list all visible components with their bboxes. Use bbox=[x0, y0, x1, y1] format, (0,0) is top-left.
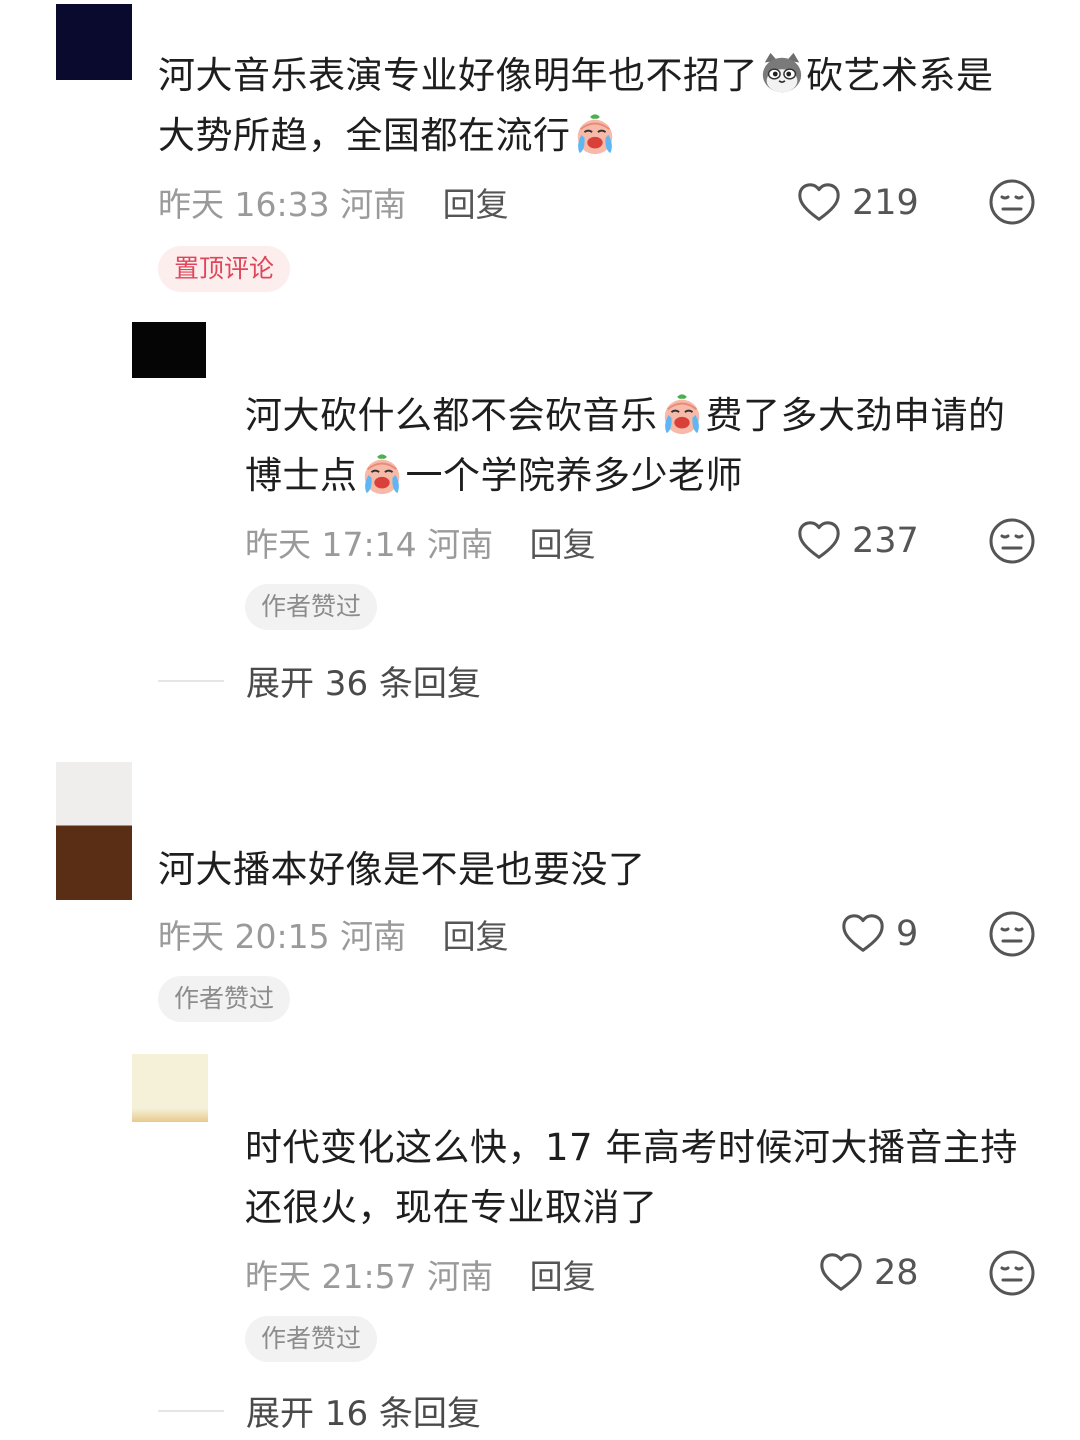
like-count: 237 bbox=[852, 521, 919, 561]
heart-icon bbox=[840, 911, 886, 957]
like-button[interactable]: 9 bbox=[840, 911, 918, 957]
comment-text-part: 河大播本好像是不是也要没了 bbox=[158, 848, 646, 891]
divider-line bbox=[158, 679, 224, 682]
reply-button[interactable]: 回复 bbox=[443, 185, 509, 224]
author-liked-tag: 作者赞过 bbox=[158, 976, 291, 1022]
comment-text-part: 一个学院养多少老师 bbox=[405, 454, 743, 497]
expand-replies-button[interactable]: 展开 36 条回复 bbox=[158, 656, 481, 705]
like-count: 28 bbox=[874, 1253, 919, 1293]
dislike-icon[interactable] bbox=[988, 178, 1036, 226]
comment-meta: 昨天 21:57 河南 回复 bbox=[245, 1250, 596, 1298]
comment-time: 昨天 20:15 bbox=[158, 917, 330, 956]
comment-meta: 昨天 20:15 河南 回复 bbox=[158, 910, 509, 958]
comment-location: 河南 bbox=[427, 525, 494, 564]
like-button[interactable]: 28 bbox=[818, 1250, 919, 1296]
heart-icon bbox=[818, 1250, 864, 1296]
dislike-icon[interactable] bbox=[988, 1249, 1036, 1297]
comment-text-part: 费了多大劲申请的 bbox=[705, 394, 1006, 437]
dislike-icon[interactable] bbox=[988, 910, 1036, 958]
crying-emoji bbox=[572, 111, 618, 157]
pinned-tag: 置顶评论 bbox=[158, 246, 291, 292]
author-liked-tag: 作者赞过 bbox=[245, 584, 378, 630]
cat-emoji bbox=[759, 51, 805, 97]
comment-text: 河大砍什么都不会砍音乐 费了多大劲申请的 博士点 一个学院养多少老师 bbox=[245, 386, 1006, 506]
comment-text-part: 博士点 bbox=[245, 454, 358, 497]
comment-location: 河南 bbox=[340, 917, 407, 956]
avatar[interactable] bbox=[56, 4, 132, 80]
like-button[interactable]: 237 bbox=[796, 518, 919, 564]
comment-text-part: 河大音乐表演专业好像明年也不招了 bbox=[158, 54, 758, 97]
comment-text-part: 大势所趋，全国都在流行 bbox=[158, 114, 571, 157]
crying-emoji bbox=[359, 451, 405, 497]
comment-text-part: 时代变化这么快，17 年高考时候河大播音主持 bbox=[245, 1126, 1018, 1169]
comment-location: 河南 bbox=[340, 185, 407, 224]
comment-time: 昨天 16:33 bbox=[158, 185, 330, 224]
like-button[interactable]: 219 bbox=[796, 180, 919, 226]
comment-time: 昨天 21:57 bbox=[245, 1257, 417, 1296]
comment-meta: 昨天 16:33 河南 回复 bbox=[158, 178, 509, 226]
author-liked-tag: 作者赞过 bbox=[245, 1316, 378, 1362]
comment-time: 昨天 17:14 bbox=[245, 525, 417, 564]
comment-meta: 昨天 17:14 河南 回复 bbox=[245, 518, 596, 566]
comment-text: 时代变化这么快，17 年高考时候河大播音主持 还很火，现在专业取消了 bbox=[245, 1118, 1018, 1238]
crying-emoji bbox=[659, 391, 705, 437]
heart-icon bbox=[796, 518, 842, 564]
expand-replies-label: 展开 16 条回复 bbox=[246, 1394, 481, 1434]
like-count: 9 bbox=[896, 914, 919, 954]
avatar[interactable] bbox=[56, 762, 132, 900]
avatar[interactable] bbox=[132, 1054, 208, 1122]
avatar[interactable] bbox=[132, 322, 206, 378]
expand-replies-button[interactable]: 展开 16 条回复 bbox=[158, 1386, 481, 1435]
expand-replies-label: 展开 36 条回复 bbox=[246, 664, 481, 704]
comment-text-part: 砍艺术系是 bbox=[806, 54, 994, 97]
comment-text: 河大音乐表演专业好像明年也不招了 砍艺术系是 大势所趋，全国都在流行 bbox=[158, 46, 994, 166]
like-count: 219 bbox=[852, 183, 919, 223]
heart-icon bbox=[796, 180, 842, 226]
divider-line bbox=[158, 1409, 224, 1412]
comment-text-part: 河大砍什么都不会砍音乐 bbox=[245, 394, 658, 437]
comment-text-part: 还很火，现在专业取消了 bbox=[245, 1186, 658, 1229]
comment-text: 河大播本好像是不是也要没了 bbox=[158, 840, 646, 900]
reply-button[interactable]: 回复 bbox=[530, 1257, 596, 1296]
comment-location: 河南 bbox=[427, 1257, 494, 1296]
dislike-icon[interactable] bbox=[988, 517, 1036, 565]
reply-button[interactable]: 回复 bbox=[443, 917, 509, 956]
reply-button[interactable]: 回复 bbox=[530, 525, 596, 564]
